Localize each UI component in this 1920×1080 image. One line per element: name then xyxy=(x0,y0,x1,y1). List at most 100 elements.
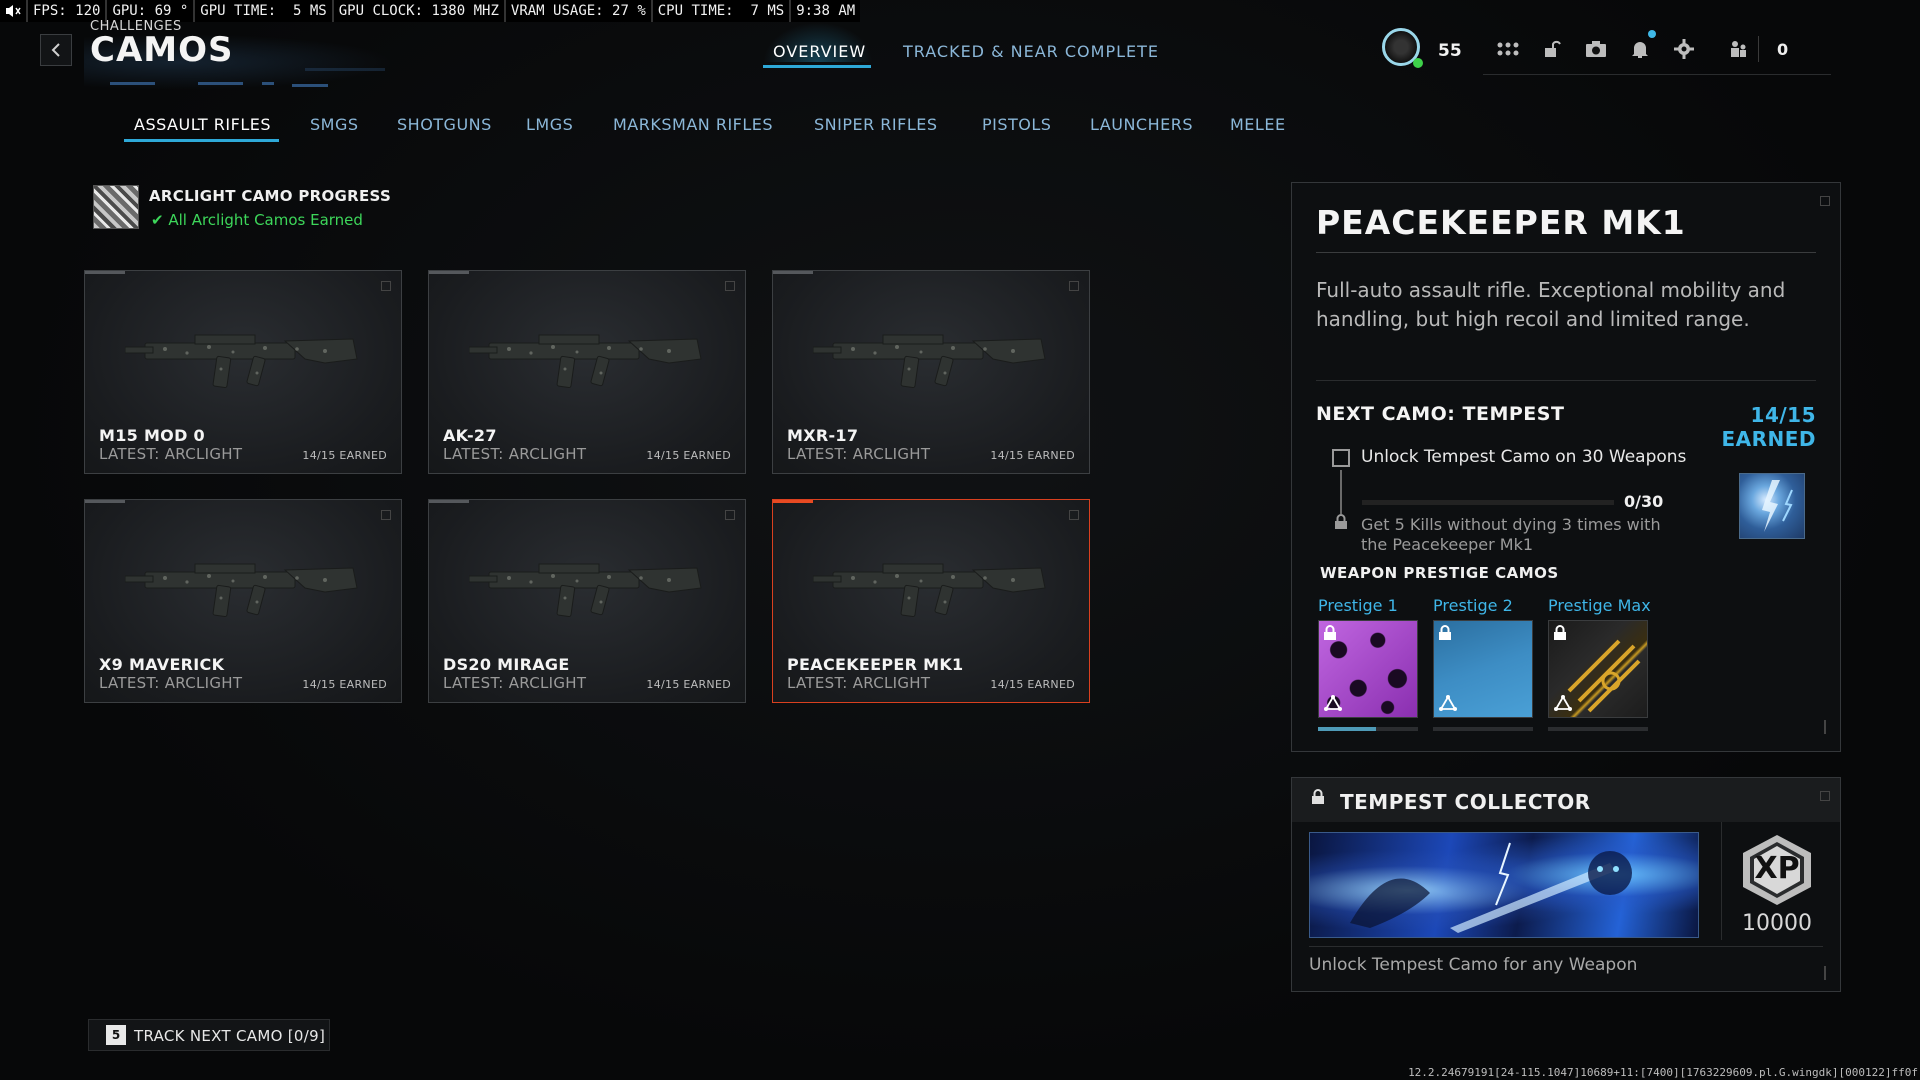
weapon-camos-earned: 14/15 EARNED xyxy=(990,678,1075,691)
camo-progress-status-text: All Arclight Camos Earned xyxy=(168,211,363,229)
decoration xyxy=(305,68,385,71)
weapon-name: AK-27 xyxy=(443,426,497,445)
challenge-progress-bar xyxy=(1362,500,1614,505)
camera-icon[interactable] xyxy=(1581,34,1611,64)
tempest-camo-thumbnail[interactable] xyxy=(1739,473,1805,539)
prestige-icon xyxy=(1554,695,1572,711)
online-status-dot xyxy=(1413,58,1423,68)
weapon-card[interactable]: X9 MAVERICK LATEST: ARCLIGHT 14/15 EARNE… xyxy=(84,499,402,703)
tab-sniper-rifles[interactable]: SNIPER RIFLES xyxy=(814,115,938,134)
card-accent-bar xyxy=(429,500,469,503)
weapon-card[interactable]: PEACEKEEPER MK1 LATEST: ARCLIGHT 14/15 E… xyxy=(772,499,1090,703)
hud-divider xyxy=(1483,74,1831,75)
weapon-name: DS20 MIRAGE xyxy=(443,655,570,674)
weapon-image xyxy=(468,540,709,630)
weapon-card[interactable]: DS20 MIRAGE LATEST: ARCLIGHT 14/15 EARNE… xyxy=(428,499,746,703)
weapon-image xyxy=(124,311,365,401)
arclight-camo-thumbnail xyxy=(93,185,139,229)
bell-icon[interactable] xyxy=(1625,34,1655,64)
weapon-card[interactable]: MXR-17 LATEST: ARCLIGHT 14/15 EARNED xyxy=(772,270,1090,474)
divider xyxy=(1721,822,1722,940)
card-corner xyxy=(381,281,391,291)
decoration xyxy=(292,84,328,87)
tab-assault-rifles[interactable]: ASSAULT RIFLES xyxy=(134,115,271,134)
chevron-left-icon xyxy=(51,43,60,57)
tab-smgs[interactable]: SMGS xyxy=(310,115,359,134)
weapon-image xyxy=(812,311,1053,401)
hud-separator xyxy=(1758,36,1759,62)
prestige-camos-heading: WEAPON PRESTIGE CAMOS xyxy=(1320,564,1559,582)
weapon-card[interactable]: M15 MOD 0 LATEST: ARCLIGHT 14/15 EARNED xyxy=(84,270,402,474)
settings-icon[interactable] xyxy=(1669,34,1699,64)
weapon-name: PEACEKEEPER MK1 xyxy=(787,655,964,674)
prestige-camo-tile[interactable] xyxy=(1433,620,1533,718)
divider xyxy=(1309,946,1823,947)
decoration xyxy=(262,82,274,85)
xp-reward-value: 10000 xyxy=(1742,911,1812,936)
back-button[interactable] xyxy=(40,34,72,66)
tab-active-underline xyxy=(763,65,871,68)
weapon-latest-camo: LATEST: ARCLIGHT xyxy=(443,445,587,463)
card-corner xyxy=(725,510,735,520)
panel-corner xyxy=(1820,196,1830,206)
friends-online-count: 0 xyxy=(1777,40,1789,59)
tab-tracked-near-complete[interactable]: TRACKED & NEAR COMPLETE xyxy=(903,42,1159,61)
weapon-latest-camo: LATEST: ARCLIGHT xyxy=(443,674,587,692)
tab-melee[interactable]: MELEE xyxy=(1230,115,1286,134)
card-corner xyxy=(1069,281,1079,291)
tempest-collector-artwork xyxy=(1309,832,1699,938)
prestige-label: Prestige 2 xyxy=(1433,596,1513,615)
notification-dot xyxy=(1648,30,1656,38)
weapon-camos-earned: 14/15 EARNED xyxy=(302,678,387,691)
detail-weapon-description: Full-auto assault rifle. Exceptional mob… xyxy=(1316,278,1786,331)
next-camo-earned: 14/15 EARNED xyxy=(1721,403,1816,451)
weapon-image xyxy=(468,311,709,401)
card-accent-bar xyxy=(773,271,813,274)
decoration xyxy=(198,82,243,85)
page-title: CAMOS xyxy=(90,30,234,70)
xp-reward-icon: XP xyxy=(1737,833,1817,907)
weapon-card[interactable]: AK-27 LATEST: ARCLIGHT 14/15 EARNED xyxy=(428,270,746,474)
camo-progress-title: ARCLIGHT CAMO PROGRESS xyxy=(149,187,392,205)
prestige-progress-fill xyxy=(1318,727,1376,731)
card-accent-bar xyxy=(85,500,125,503)
vram-readout: VRAM USAGE: 27 % xyxy=(503,0,651,22)
sub-challenge-description: Get 5 Kills without dying 3 times with t… xyxy=(1361,515,1661,554)
tab-overview[interactable]: OVERVIEW xyxy=(773,42,866,61)
tab-marksman-rifles[interactable]: MARKSMAN RIFLES xyxy=(613,115,773,134)
lock-icon xyxy=(1439,625,1451,640)
tab-launchers[interactable]: LAUNCHERS xyxy=(1090,115,1193,134)
grid-icon[interactable] xyxy=(1493,34,1523,64)
decoration xyxy=(110,82,155,85)
panel-corner xyxy=(1820,791,1830,801)
weapon-latest-camo: LATEST: ARCLIGHT xyxy=(787,445,931,463)
party-icon[interactable] xyxy=(1723,34,1753,64)
gpu-clock-readout: GPU CLOCK: 1380 MHZ xyxy=(331,0,504,22)
challenge-label: Unlock Tempest Camo on 30 Weapons xyxy=(1361,447,1687,467)
player-level: 55 xyxy=(1438,41,1462,61)
weapon-latest-camo: LATEST: ARCLIGHT xyxy=(99,674,243,692)
lock-icon xyxy=(1554,625,1566,640)
divider xyxy=(1316,252,1816,253)
checkmark-icon: ✔ xyxy=(151,211,169,229)
weapon-name: M15 MOD 0 xyxy=(99,426,205,445)
unlock-icon[interactable] xyxy=(1537,34,1567,64)
prestige-progress-bar xyxy=(1433,727,1533,731)
challenge-track-checkbox[interactable] xyxy=(1332,449,1350,467)
weapon-image xyxy=(812,540,1053,630)
tab-lmgs[interactable]: LMGS xyxy=(526,115,573,134)
collector-title: TEMPEST COLLECTOR xyxy=(1340,790,1591,814)
panel-corner xyxy=(1824,720,1826,734)
tab-shotguns[interactable]: SHOTGUNS xyxy=(397,115,492,134)
weapon-name: X9 MAVERICK xyxy=(99,655,225,674)
prestige-camo-tile[interactable] xyxy=(1548,620,1648,718)
mute-icon xyxy=(0,0,26,22)
xp-label: XP xyxy=(1754,851,1800,886)
tab-pistols[interactable]: PISTOLS xyxy=(982,115,1051,134)
challenge-connector xyxy=(1340,470,1342,514)
prestige-label: Prestige Max xyxy=(1548,596,1651,615)
prestige-progress-bar xyxy=(1548,727,1648,731)
build-string: 12.2.24679191[24-115.1047]10689+11:[7400… xyxy=(1408,1066,1918,1079)
cpu-time-readout: CPU TIME: 7 MS xyxy=(650,0,789,22)
prestige-camo-tile[interactable] xyxy=(1318,620,1418,718)
